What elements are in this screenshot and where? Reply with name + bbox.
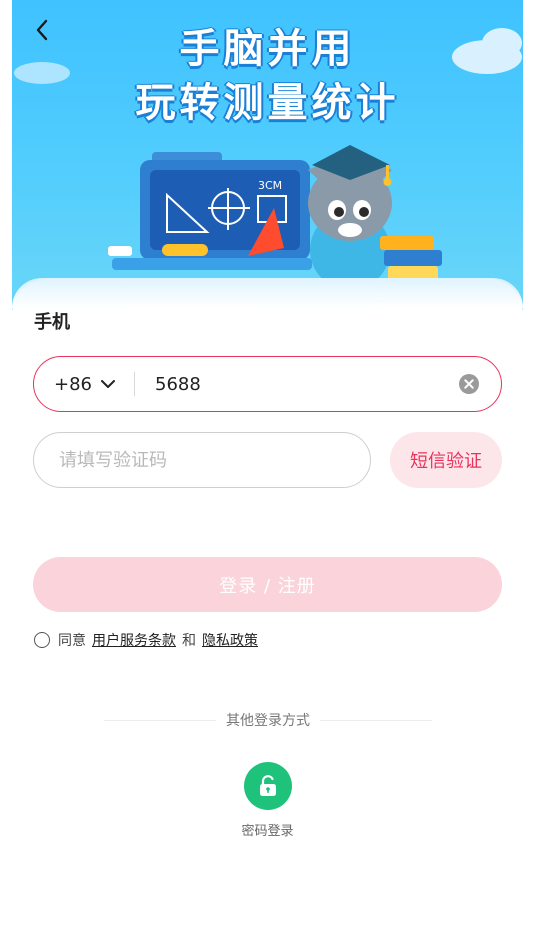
divider-line-right — [320, 719, 432, 721]
code-input-row: 短信验证 — [33, 432, 502, 488]
sms-verify-button[interactable]: 短信验证 — [390, 432, 502, 488]
other-login-divider: 其他登录方式 — [104, 710, 432, 730]
country-code-value: +86 — [54, 373, 92, 395]
hero-banner: 3CM 手脑并用 玩转测量统计 — [12, 0, 523, 310]
banner-title-line1: 手脑并用 — [179, 26, 356, 72]
password-login-label: 密码登录 — [241, 824, 294, 839]
banner-title-line2: 玩转测量统计 — [135, 80, 400, 126]
verification-code-input[interactable] — [33, 432, 371, 488]
password-login-circle — [243, 762, 292, 810]
agreement-radio[interactable] — [34, 632, 50, 648]
sheet-top-fade — [12, 278, 523, 308]
phone-divider — [134, 372, 135, 396]
chevron-left-icon — [36, 19, 48, 41]
divider-line-left — [104, 719, 216, 721]
unlock-icon — [259, 775, 276, 796]
chevron-down-icon — [101, 380, 115, 388]
clear-circle-icon[interactable] — [459, 374, 479, 394]
login-register-button[interactable]: 登录 / 注册 — [33, 557, 502, 612]
back-button[interactable] — [26, 14, 58, 46]
section-label-phone: 手机 — [34, 312, 70, 333]
board-label: 3CM — [258, 179, 282, 192]
password-login-button[interactable]: 密码登录 — [230, 762, 305, 839]
agreement-and: 和 — [182, 633, 196, 649]
country-code-selector[interactable]: +86 — [54, 374, 116, 395]
agreement-row: 同意 用户服务条款 和 隐私政策 — [34, 630, 264, 650]
banner-title: 手脑并用 玩转测量统计 — [12, 22, 523, 130]
phone-input[interactable]: 5688 — [155, 374, 459, 395]
other-login-title: 其他登录方式 — [226, 713, 310, 729]
terms-link[interactable]: 用户服务条款 — [92, 630, 176, 650]
privacy-link[interactable]: 隐私政策 — [202, 630, 258, 650]
agreement-prefix: 同意 — [58, 633, 86, 649]
phone-input-row: +86 5688 — [33, 356, 502, 412]
